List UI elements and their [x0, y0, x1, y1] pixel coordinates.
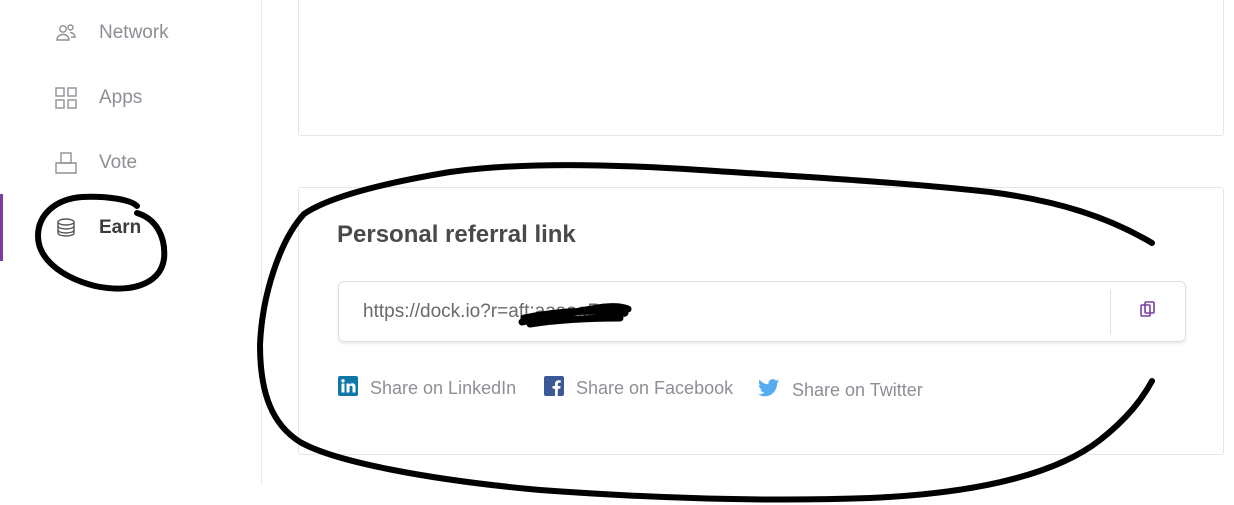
- sidebar-item-network[interactable]: Network: [0, 13, 261, 53]
- content-card: [298, 0, 1224, 136]
- sidebar: Network Apps Vote Earn: [0, 0, 262, 485]
- sidebar-item-earn[interactable]: Earn: [0, 194, 261, 261]
- referral-link-input[interactable]: [340, 283, 1108, 340]
- share-linkedin-label: Share on LinkedIn: [370, 378, 517, 398]
- share-facebook-link[interactable]: Share on Facebook: [544, 376, 733, 401]
- vote-box-icon: [54, 151, 78, 175]
- sidebar-item-label: Network: [99, 22, 169, 43]
- referral-card: Personal referral link Share on LinkedIn: [298, 187, 1224, 455]
- sidebar-item-apps[interactable]: Apps: [0, 78, 261, 118]
- copy-link-button[interactable]: [1133, 296, 1163, 326]
- copy-icon: [1139, 300, 1157, 323]
- sidebar-item-label: Apps: [99, 87, 143, 108]
- sidebar-item-label: Earn: [99, 217, 142, 238]
- apps-grid-icon: [54, 86, 78, 110]
- referral-link-field: [338, 281, 1186, 342]
- sidebar-item-vote[interactable]: Vote: [0, 143, 261, 183]
- linkedin-icon: [338, 376, 358, 401]
- facebook-icon: [544, 376, 564, 401]
- share-facebook-label: Share on Facebook: [576, 378, 734, 398]
- share-twitter-link[interactable]: Share on Twitter: [758, 379, 923, 402]
- network-users-icon: [54, 21, 78, 45]
- divider: [1110, 290, 1111, 334]
- coins-stack-icon: [54, 216, 78, 240]
- share-linkedin-link[interactable]: Share on LinkedIn: [338, 376, 516, 401]
- share-twitter-label: Share on Twitter: [792, 380, 923, 400]
- referral-title: Personal referral link: [337, 221, 576, 248]
- sidebar-item-label: Vote: [99, 152, 138, 173]
- twitter-icon: [758, 379, 780, 402]
